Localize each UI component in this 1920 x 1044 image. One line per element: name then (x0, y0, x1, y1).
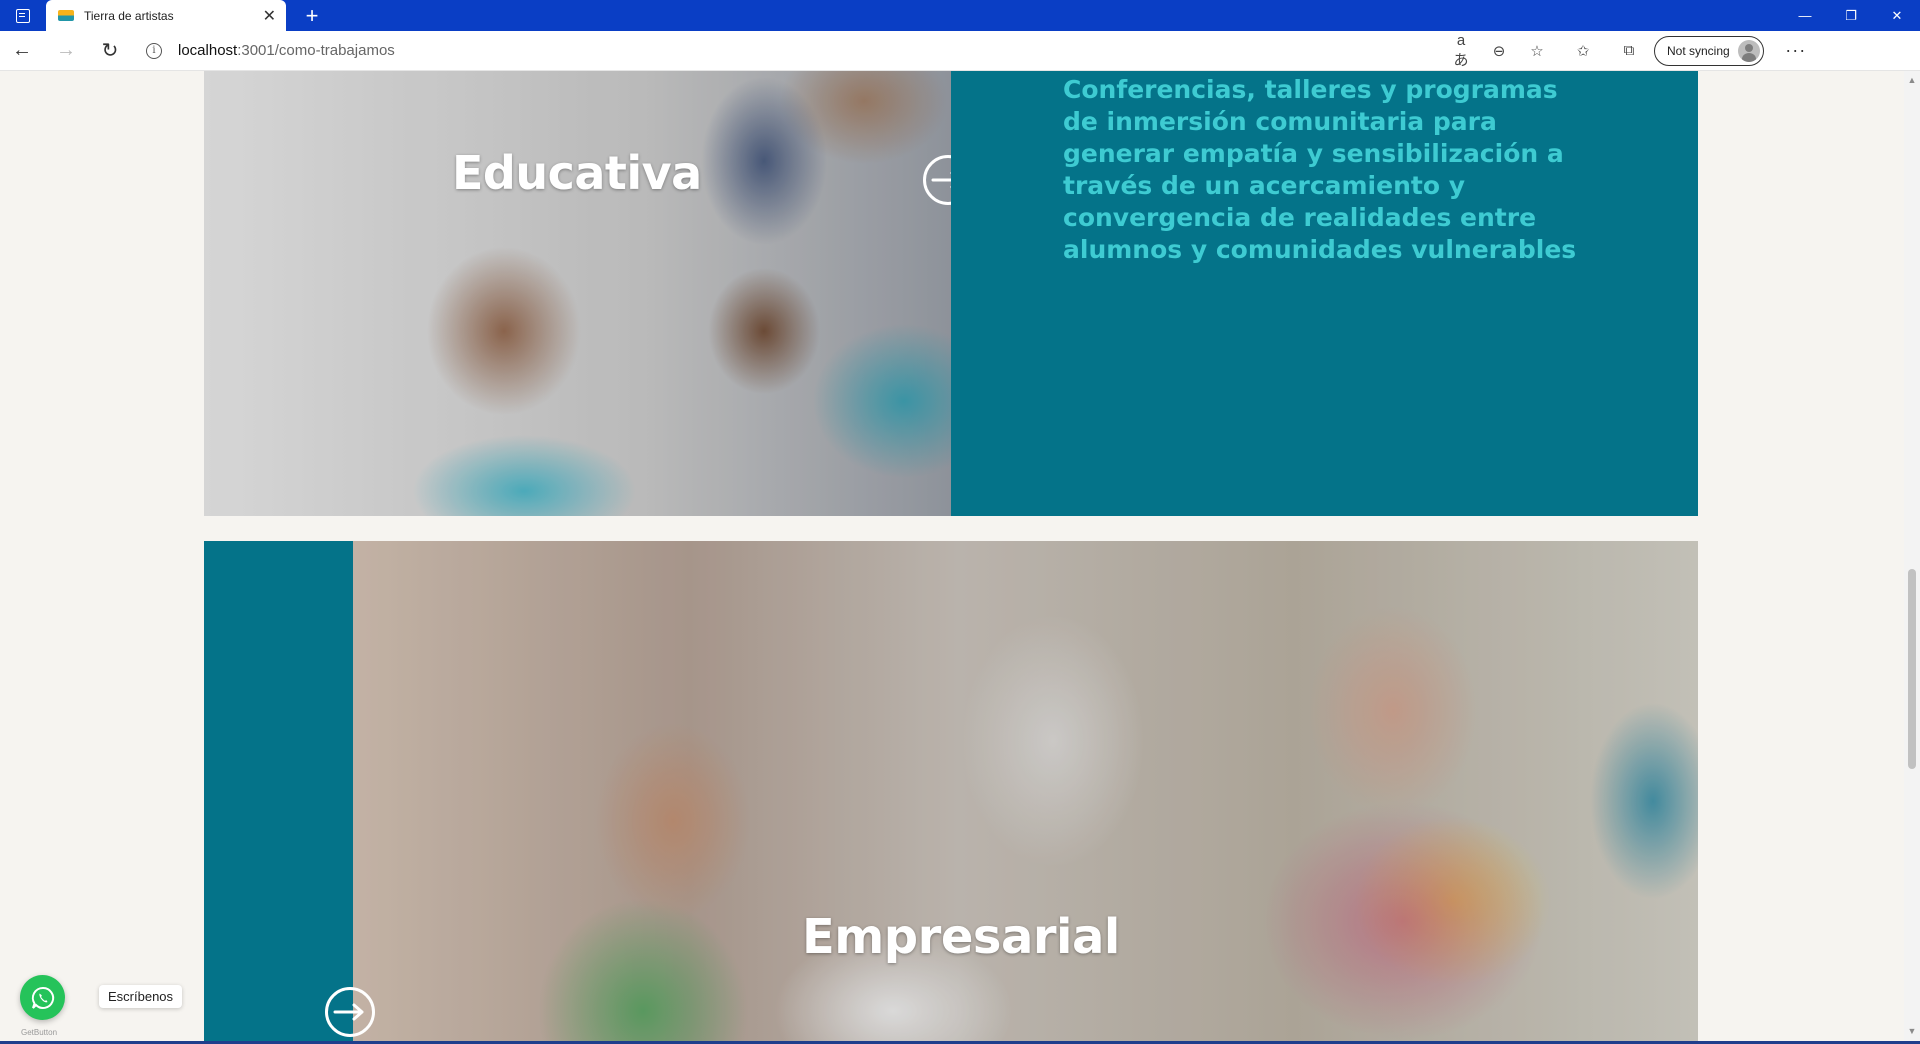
service-card-educativa[interactable]: Educativa Conferencias, talleres y progr… (204, 71, 1698, 516)
close-tab-icon[interactable]: ✕ (263, 6, 276, 26)
zoom-out-icon[interactable]: ⊖ (1488, 42, 1510, 60)
empresarial-photo (353, 541, 1698, 1041)
read-aloud-icon[interactable]: aあ (1450, 32, 1472, 70)
page-scrollbar[interactable]: ▲ ▼ (1904, 71, 1920, 1041)
card-description-educativa: Conferencias, talleres y programas de in… (1063, 75, 1577, 264)
scroll-thumb[interactable] (1908, 569, 1916, 769)
card-title-educativa: Educativa (452, 146, 702, 200)
getbutton-credit[interactable]: GetButton (21, 1028, 57, 1037)
collections-icon[interactable]: ⧉ (1618, 42, 1640, 59)
url-host: localhost (178, 42, 238, 59)
refresh-icon[interactable]: ↻ (88, 31, 132, 71)
add-favorite-icon[interactable]: ☆ (1526, 42, 1548, 60)
sync-label: Not syncing (1667, 43, 1730, 58)
profile-avatar-icon (1737, 39, 1760, 62)
scroll-down-icon[interactable]: ▼ (1907, 1026, 1917, 1036)
browser-tab[interactable]: Tierra de artistas ✕ (46, 0, 286, 31)
new-tab-icon[interactable]: + (298, 3, 326, 29)
site-favicon-icon (58, 10, 74, 21)
browser-toolbar: ← → ↻ i localhost:3001/como-trabajamos a… (0, 31, 1920, 71)
whatsapp-label[interactable]: Escríbenos (99, 985, 183, 1008)
close-window-icon[interactable]: ✕ (1874, 0, 1920, 31)
more-options-icon[interactable]: ··· (1774, 40, 1818, 61)
minimize-icon[interactable]: — (1782, 0, 1828, 31)
url-path: :3001/como-trabajamos (237, 42, 395, 59)
educativa-description-panel: Conferencias, talleres y programas de in… (951, 71, 1698, 516)
scroll-up-icon[interactable]: ▲ (1907, 75, 1917, 85)
whatsapp-icon[interactable] (20, 975, 65, 1020)
page-viewport: Educativa Conferencias, talleres y progr… (0, 71, 1904, 1041)
empresarial-side-panel (204, 541, 353, 1041)
site-info-icon[interactable]: i (146, 42, 162, 59)
address-bar-actions: aあ ⊖ ☆ (1450, 32, 1558, 70)
back-icon[interactable]: ← (0, 31, 44, 71)
browser-tab-bar: Tierra de artistas ✕ + — ❐ ✕ (0, 0, 1920, 31)
card-title-empresarial: Empresarial (802, 909, 1120, 965)
window-controls: — ❐ ✕ (1782, 0, 1920, 31)
sync-button[interactable]: Not syncing (1654, 35, 1764, 66)
tab-actions-icon[interactable] (0, 0, 46, 31)
educativa-photo (204, 71, 951, 516)
address-bar[interactable]: i localhost:3001/como-trabajamos aあ ⊖ ☆ (138, 32, 1558, 69)
service-card-empresarial[interactable]: Empresarial (204, 541, 1698, 1041)
favorites-icon[interactable]: ✩ (1572, 42, 1594, 60)
arrow-right-circle-icon[interactable] (325, 987, 375, 1037)
forward-icon[interactable]: → (44, 31, 88, 71)
restore-icon[interactable]: ❐ (1828, 0, 1874, 31)
tab-title: Tierra de artistas (84, 8, 174, 23)
